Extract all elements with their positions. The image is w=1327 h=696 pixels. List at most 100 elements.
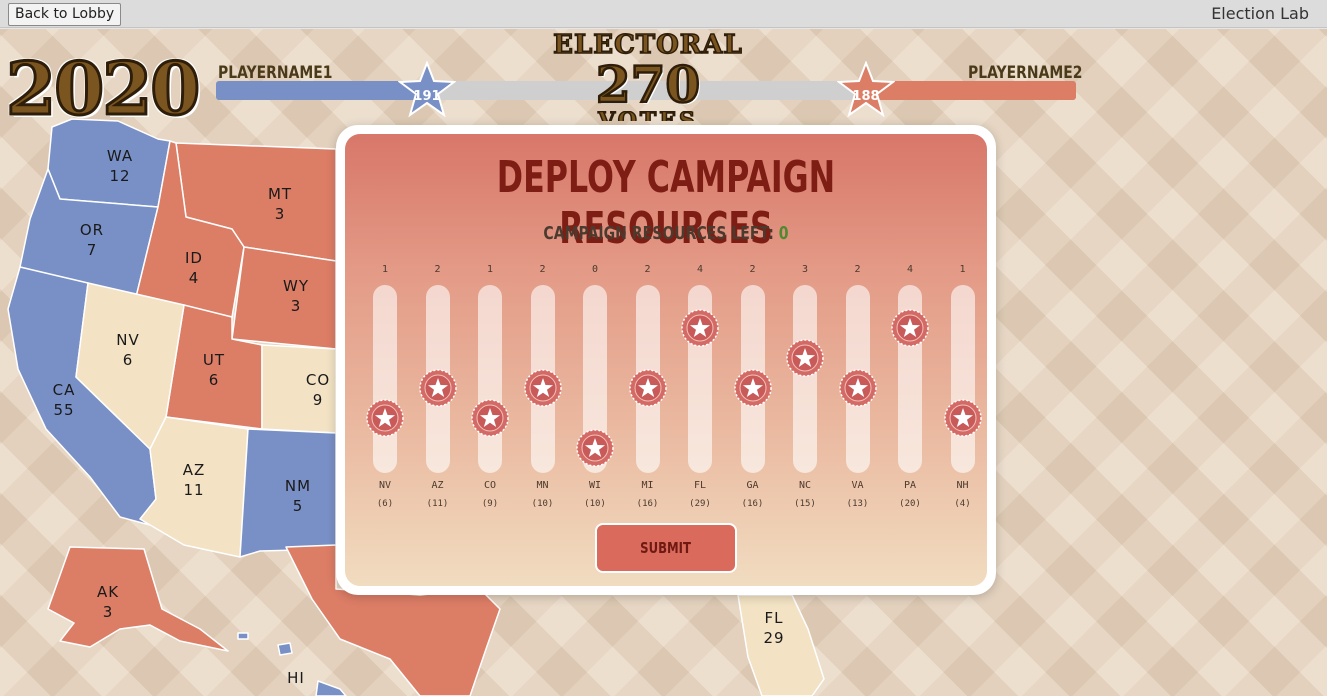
state-votes-co: 9 [313, 391, 324, 409]
slider-handle-star-icon[interactable] [366, 399, 404, 437]
slider-value: 3 [801, 264, 809, 275]
slider-handle-star-icon[interactable] [943, 399, 982, 437]
slider-state-label: AZ [431, 480, 444, 491]
player2-score: 188 [852, 89, 879, 104]
player2-score-bar [868, 81, 1076, 100]
state-co[interactable] [261, 344, 337, 434]
state-hi[interactable] [277, 642, 293, 656]
slider-value: 1 [486, 264, 494, 275]
slider-handle-star-icon[interactable] [786, 339, 824, 377]
slider-value: 1 [381, 264, 389, 275]
slider-track[interactable] [373, 285, 397, 473]
player2-score-star-icon: 188 [837, 61, 895, 117]
deploy-resources-modal: DEPLOY CAMPAIGN RESOURCES CAMPAIGN RESOU… [336, 125, 996, 595]
slider-handle-star-icon[interactable] [576, 429, 614, 467]
state-votes-ut: 6 [209, 371, 220, 389]
slider-value: 2 [539, 264, 546, 275]
slider-state-label: FL [693, 480, 707, 491]
electoral-votes-logo: ELECTORAL 270 VOTES [548, 30, 748, 121]
top-bar: Back to Lobby Election Lab [0, 0, 1327, 28]
slider-electoral-votes: (29) [689, 499, 711, 509]
slider-electoral-votes: (11) [426, 499, 449, 509]
slider-electoral-votes: (9) [481, 499, 499, 509]
slider-value: 4 [696, 264, 704, 275]
state-label-wa: WA [107, 147, 133, 165]
slider-electoral-votes: (4) [954, 499, 971, 509]
slider-handle-star-icon[interactable] [681, 309, 719, 347]
slider-handle-star-icon[interactable] [418, 369, 457, 407]
slider-value: 2 [854, 264, 861, 275]
modal-panel: DEPLOY CAMPAIGN RESOURCES CAMPAIGN RESOU… [345, 134, 987, 586]
resources-left: CAMPAIGN RESOURCES LEFT: 0 [416, 223, 917, 244]
state-label-wy: WY [283, 277, 309, 295]
state-label-ak: AK [97, 583, 119, 601]
state-label-or: OR [80, 221, 104, 239]
back-to-lobby-button[interactable]: Back to Lobby [8, 3, 122, 26]
electoral-logo-number: 270 [595, 55, 702, 114]
slider-electoral-votes: (16) [741, 499, 764, 509]
slider-handle-star-icon[interactable] [523, 369, 562, 407]
state-label-hi: HI [287, 669, 305, 687]
app-title: Election Lab [1211, 4, 1309, 23]
state-votes-wy: 3 [291, 297, 302, 315]
slider-electoral-votes: (15) [794, 499, 816, 509]
slider-track[interactable] [478, 285, 502, 473]
resources-left-label: CAMPAIGN RESOURCES LEFT: [543, 223, 774, 244]
slider-handle-star-icon[interactable] [891, 309, 929, 347]
state-label-co: CO [306, 371, 330, 389]
state-wy[interactable] [231, 246, 337, 350]
slider-state-label: GA [746, 480, 759, 491]
slider-state-label: PA [903, 480, 917, 491]
slider-electoral-votes: (6) [376, 499, 394, 509]
slider-electoral-votes: (13) [846, 499, 869, 509]
state-votes-fl: 29 [763, 629, 784, 647]
state-hi-island [315, 680, 347, 696]
state-votes-mt: 3 [275, 205, 286, 223]
slider-value: 4 [906, 264, 914, 275]
player1-score-star-icon: 191 [398, 61, 456, 117]
state-votes-az: 11 [183, 481, 204, 499]
state-label-az: AZ [183, 461, 206, 479]
slider-state-label: MN [536, 480, 549, 491]
slider-track[interactable] [793, 285, 817, 473]
state-votes-id: 4 [189, 269, 200, 287]
state-label-nm: NM [285, 477, 311, 495]
slider-handle-star-icon[interactable] [838, 369, 877, 407]
submit-label: SUBMIT [640, 539, 692, 557]
slider-handle-star-icon[interactable] [471, 399, 509, 437]
slider-electoral-votes: (20) [899, 499, 921, 509]
slider-state-label: NC [798, 480, 812, 491]
state-label-ut: UT [203, 351, 225, 369]
state-ak[interactable] [47, 546, 229, 652]
slider-electoral-votes: (10) [531, 499, 554, 509]
player2-name: PLAYERNAME2 [968, 63, 1083, 83]
state-votes-ak: 3 [103, 603, 114, 621]
resources-left-value: 0 [778, 223, 789, 244]
slider-state-label: CO [483, 480, 497, 491]
slider-value: 2 [434, 264, 441, 275]
year-logo: 2020 [4, 46, 201, 131]
state-votes-nv: 6 [123, 351, 134, 369]
slider-track[interactable] [950, 285, 975, 473]
slider-handle-star-icon[interactable] [628, 369, 667, 407]
slider-state-label: WI [588, 480, 602, 491]
submit-button[interactable]: SUBMIT [595, 523, 737, 573]
slider-state-label: MI [641, 480, 654, 491]
player1-name: PLAYERNAME1 [218, 63, 333, 83]
electoral-logo-bottom: VOTES [548, 111, 748, 121]
state-votes-or: 7 [87, 241, 98, 259]
state-label-id: ID [185, 249, 203, 267]
slider-state-label: NH [956, 480, 969, 491]
slider-state-label: VA [851, 480, 864, 491]
state-label-fl: FL [765, 609, 784, 627]
player1-score: 191 [413, 89, 440, 104]
slider-value: 0 [591, 264, 599, 275]
state-label-nv: NV [116, 331, 139, 349]
state-votes-wa: 12 [109, 167, 130, 185]
state-label-ca: CA [53, 381, 76, 399]
slider-handle-star-icon[interactable] [733, 369, 772, 407]
state-votes-nm: 5 [293, 497, 304, 515]
slider-electoral-votes: (16) [636, 499, 659, 509]
game-board: WA 12 OR 7 CA 55 MT 3 ID 4 WY 3 NV 6 UT 6 CO 9 AZ 11 NM 5 AK 3 H… [0, 29, 1327, 696]
slider-electoral-votes: (10) [584, 499, 606, 509]
